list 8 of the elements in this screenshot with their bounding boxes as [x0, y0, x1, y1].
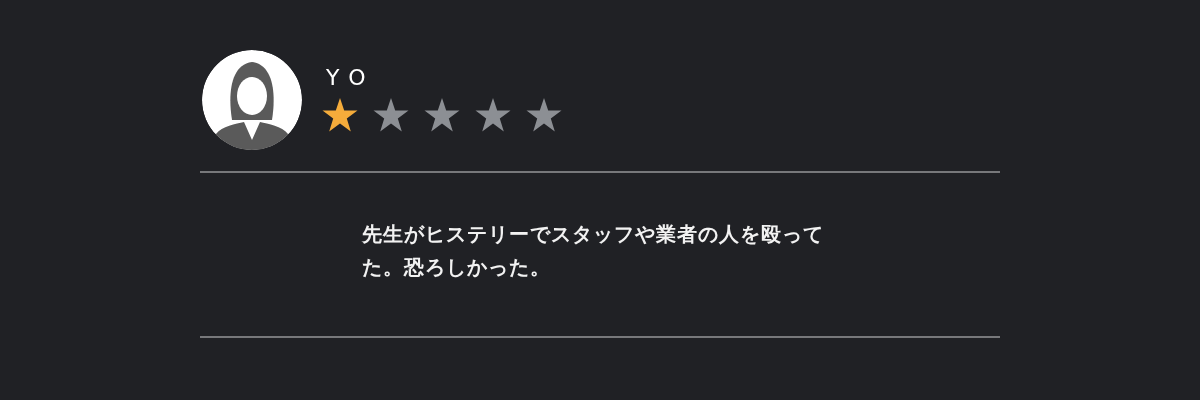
star-icon — [526, 98, 562, 132]
star-icon — [373, 98, 409, 132]
review-text: 先生がヒステリーでスタッフや業者の人を殴ってた。恐ろしかった。 — [362, 221, 825, 281]
star-icon — [322, 98, 358, 132]
avatar-icon — [202, 50, 302, 150]
reviewer-name: YO — [325, 64, 377, 92]
star-icon — [475, 98, 511, 132]
star-icon — [424, 98, 460, 132]
